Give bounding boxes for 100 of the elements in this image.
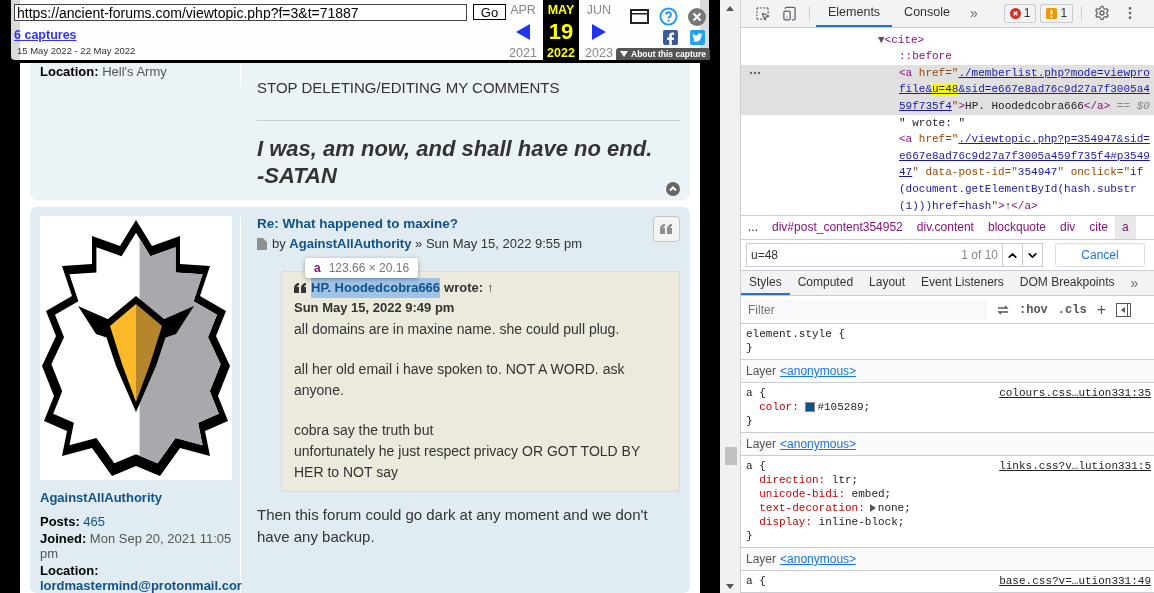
post-title-link[interactable]: Re: What happened to maxine? <box>257 216 459 231</box>
quote-date: Sun May 15, 2022 9:49 pm <box>294 299 456 317</box>
quote-icon <box>294 282 307 294</box>
left-arrow-icon[interactable] <box>516 23 530 40</box>
element-tooltip: a 123.66 × 20.16 <box>305 258 419 278</box>
url-field[interactable]: https://ancient-forums.com/viewtopic.php?f=3&t=71887 <box>14 4 467 21</box>
source-link[interactable]: links.css?v…lution331:5 <box>999 459 1151 473</box>
pane-tab[interactable]: Styles <box>741 270 790 296</box>
style-property[interactable]: display: inline-block; <box>746 515 1149 529</box>
post-text: STOP DELETING/EDITING MY COMMENTS <box>257 78 561 98</box>
layer-link[interactable]: <anonymous> <box>780 552 857 566</box>
profile-field: Posts: 465 <box>40 514 240 529</box>
search-box[interactable]: u=48 1 of 10 <box>746 243 1043 268</box>
rule-close: } <box>746 414 753 428</box>
inspect-icon[interactable] <box>755 5 770 21</box>
cancel-button[interactable]: Cancel <box>1055 243 1145 268</box>
scrollbar[interactable] <box>720 0 740 593</box>
refresh-icon[interactable] <box>997 304 1009 315</box>
help-icon[interactable] <box>659 7 679 26</box>
more-tabs-button[interactable]: » <box>1122 270 1147 296</box>
rule-selector: a { <box>746 459 766 473</box>
username-link[interactable]: AgainstAllAuthority <box>40 490 240 505</box>
dom-node[interactable]: <a href="./viewtopic.php?p=354947&sid= e667e8ad76c9d27a7f3005a459f735f4#p3549 47" data-post-id="354947" onclick="if (document.getElementById(hash.substr (1)))href=hash">↑</a> <box>741 131 1154 215</box>
back-to-top-icon[interactable] <box>666 182 680 196</box>
go-button[interactable]: Go <box>473 4 506 20</box>
rule-selector: a { <box>746 574 766 588</box>
profile-field: Location: lordmastermind@protonmail.cor <box>40 563 240 593</box>
panel-tab[interactable]: Console <box>892 0 962 27</box>
pane-tab[interactable]: Event Listeners <box>913 270 1012 296</box>
right-arrow-icon[interactable] <box>592 23 606 40</box>
style-property[interactable]: text-decoration: none; <box>746 501 1149 515</box>
rule-close: } <box>746 529 753 543</box>
layer-label: Layer <box>746 364 777 378</box>
pane-tab[interactable]: DOM Breakpoints <box>1011 270 1123 296</box>
search-match: u=48 <box>932 83 959 96</box>
selected-dom-node[interactable]: <a href="./memberlist.php?mode=viewpro file&u=48&sid=e667e8ad76c9d27a7f3005a4 59f735f4">HP. Hoodedcobra666</a> == $0 <box>741 64 1154 115</box>
window-icon[interactable] <box>630 9 650 24</box>
close-icon[interactable] <box>688 7 707 26</box>
filter-field[interactable]: Filter <box>744 299 987 320</box>
source-link[interactable]: colours.css…ution331:35 <box>999 386 1151 400</box>
style-property[interactable]: unicode-bidi: embed; <box>746 487 1149 501</box>
document-icon <box>257 237 267 250</box>
style-property[interactable]: color: #105289; <box>746 400 1149 414</box>
rule-selector: a { <box>746 386 766 400</box>
breadcrumb[interactable]: a <box>1115 215 1136 240</box>
jump-link[interactable]: ↑ <box>487 278 494 298</box>
rule-selector: element.style { <box>746 327 846 341</box>
month-column[interactable]: JUN 2023 <box>582 0 616 62</box>
settings-icon[interactable] <box>1094 5 1111 22</box>
class-button[interactable]: .cls <box>1057 302 1087 317</box>
dom-node[interactable]: ::before <box>741 48 1154 65</box>
layer-label: Layer <box>746 552 777 566</box>
layer-link[interactable]: <anonymous> <box>780 437 857 451</box>
match-count: 1 of 10 <box>961 248 999 263</box>
captures-link[interactable]: 6 captures <box>14 28 77 42</box>
more-tabs-button[interactable]: » <box>962 0 986 27</box>
pane-tab[interactable]: Layout <box>861 270 914 296</box>
quote-text: all domains are in maxine name. she could pull plug. <box>294 320 621 339</box>
quote-icon <box>660 223 673 235</box>
caret-icon <box>620 51 628 57</box>
expand-icon[interactable] <box>867 504 878 512</box>
rule-close: } <box>746 341 753 355</box>
date-range: 15 May 2022 - 22 May 2022 <box>17 45 137 56</box>
pane-tab[interactable]: Computed <box>789 270 862 296</box>
post-text: Then this forum could go dark at any moment and we don't have any backup. <box>257 505 649 547</box>
scroll-thumb[interactable] <box>725 447 737 465</box>
layer-label: Layer <box>746 437 777 451</box>
color-swatch[interactable] <box>805 402 816 412</box>
post-byline: by AgainstAllAuthority » Sun May 15, 2022 9:55 pm <box>272 236 582 251</box>
scroll-up-icon[interactable] <box>726 6 734 11</box>
selected-date[interactable]: MAY 19 2022 <box>543 0 579 62</box>
style-property[interactable]: direction: ltr; <box>746 473 1149 487</box>
dom-node[interactable]: ▼<cite> <box>741 31 1154 49</box>
warning-icon <box>1046 7 1058 19</box>
quote-text: cobra say the truth but unfortunately he just respect privacy OR GOT TOLD BY HER to NOT say <box>294 421 641 482</box>
new-rule-button[interactable]: + <box>1096 300 1106 319</box>
quote-author-link[interactable]: HP. Hoodedcobra666 <box>311 278 441 298</box>
profile-field: Location: Hell's Army <box>40 64 240 79</box>
dom-node[interactable]: " wrote: " <box>741 114 1154 132</box>
sidebar-toggle-icon[interactable] <box>1115 302 1131 317</box>
warning-count[interactable]: 1 <box>1040 4 1074 23</box>
about-capture-button[interactable]: About this capture <box>616 48 711 60</box>
layer-link[interactable]: <anonymous> <box>780 364 857 378</box>
device-icon[interactable] <box>782 5 797 21</box>
source-link[interactable]: base.css?v=…ution331:49 <box>999 574 1151 588</box>
facebook-icon[interactable] <box>662 29 680 46</box>
more-icon[interactable] <box>749 70 761 75</box>
author-link[interactable]: AgainstAllAuthority <box>289 236 412 251</box>
error-count[interactable]: 1 <box>1003 4 1037 23</box>
quote-text: all her old email i have spoken to. NOT A WORD. ask anyone. <box>294 360 626 400</box>
hover-state-button[interactable]: :hov <box>1019 302 1048 317</box>
quote-wrote: wrote: <box>444 279 484 297</box>
twitter-icon[interactable] <box>689 29 707 46</box>
month-column[interactable]: APR 2021 <box>506 0 540 62</box>
panel-tab[interactable]: Elements <box>816 0 893 27</box>
quote-button[interactable] <box>653 216 680 242</box>
error-icon <box>1009 7 1021 19</box>
scroll-down-icon[interactable] <box>726 584 734 589</box>
profile-field: Joined: Mon Sep 20, 2021 11:05 pm <box>40 531 240 561</box>
signature-text: I was, am now, and shall have no end. -SATAN <box>257 135 653 189</box>
